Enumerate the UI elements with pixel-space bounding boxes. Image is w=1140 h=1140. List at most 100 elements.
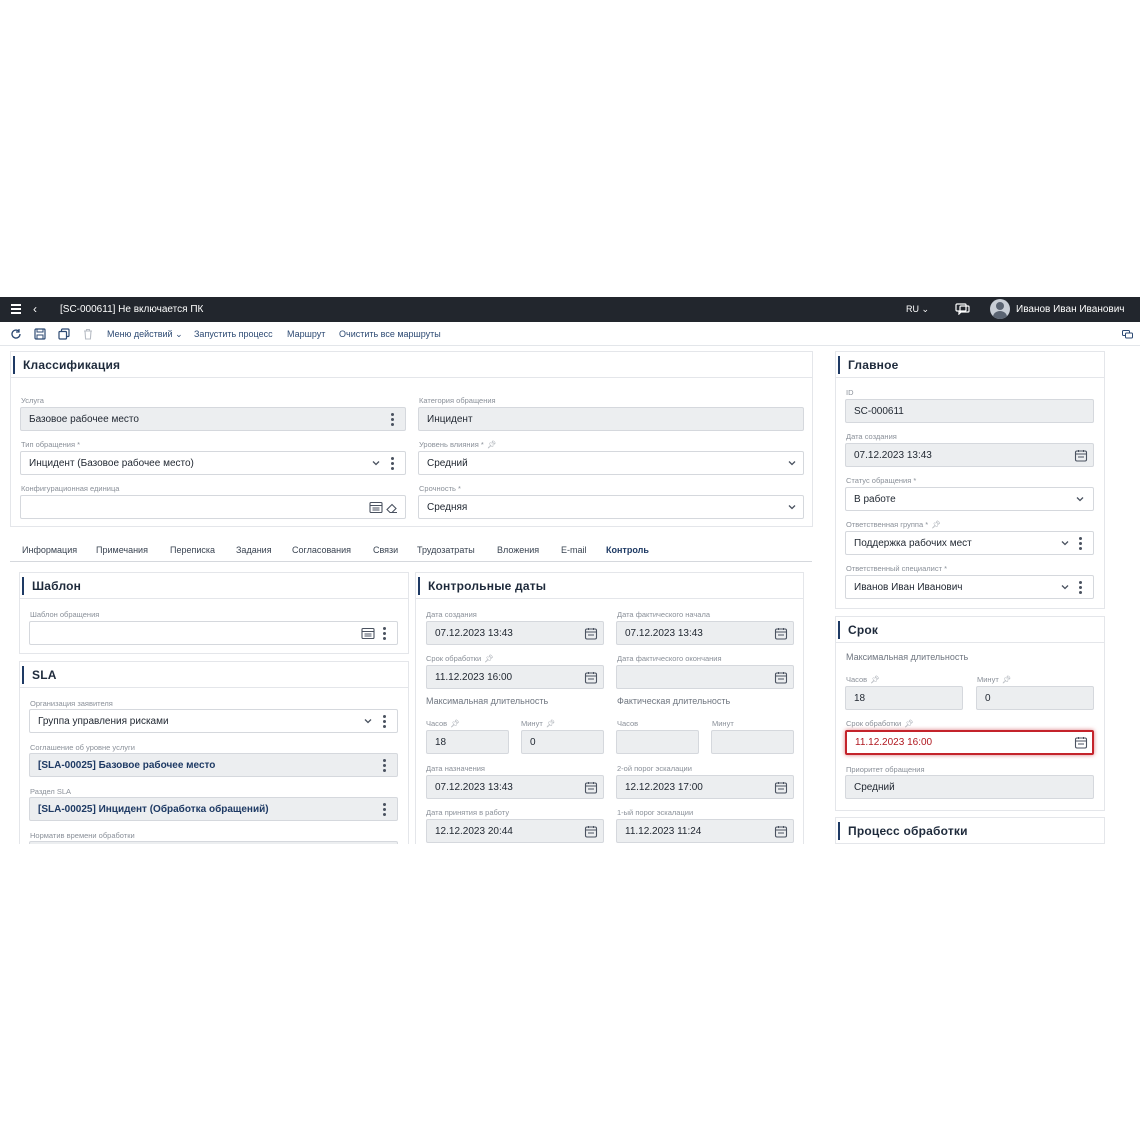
template-field[interactable] bbox=[29, 621, 398, 645]
agreement-value[interactable]: [SLA-00025] Базовое рабочее место bbox=[38, 760, 215, 771]
tab-links[interactable]: Связи bbox=[373, 545, 398, 555]
chevron-down-icon[interactable] bbox=[788, 459, 796, 467]
impact-select[interactable]: Средний bbox=[418, 451, 804, 475]
more-icon[interactable] bbox=[391, 413, 394, 426]
calendar-icon[interactable] bbox=[584, 825, 598, 838]
status-select[interactable]: В работе bbox=[845, 487, 1094, 511]
calendar-icon[interactable] bbox=[774, 781, 788, 794]
eraser-icon[interactable] bbox=[385, 501, 399, 514]
dl-deadline-value: 11.12.2023 16:00 bbox=[855, 737, 933, 748]
tab-approvals[interactable]: Согласования bbox=[292, 545, 351, 555]
chevron-down-icon[interactable] bbox=[1061, 539, 1069, 547]
org-select[interactable]: Группа управления рисками bbox=[29, 709, 398, 733]
calendar-icon[interactable] bbox=[1074, 736, 1088, 749]
more-icon[interactable] bbox=[383, 715, 386, 728]
calendar-icon[interactable] bbox=[774, 671, 788, 684]
tab-attachments[interactable]: Вложения bbox=[497, 545, 539, 555]
pin-icon[interactable]: 📌︎ bbox=[931, 520, 941, 529]
calendar-icon[interactable] bbox=[584, 671, 598, 684]
more-icon[interactable] bbox=[383, 803, 386, 816]
cd-esc1-label: 1-ый порог эскалации bbox=[617, 808, 694, 817]
calendar-icon[interactable] bbox=[584, 627, 598, 640]
id-value: SC-000611 bbox=[854, 406, 904, 417]
service-label: Услуга bbox=[21, 396, 44, 405]
calendar-icon[interactable] bbox=[774, 627, 788, 640]
actions-menu-button[interactable]: Меню действий ⌄ bbox=[107, 329, 183, 340]
cd-accepted-value: 12.12.2023 20:44 bbox=[435, 826, 513, 837]
dl-minutes-field: 0 bbox=[976, 686, 1094, 710]
copy-icon[interactable] bbox=[58, 328, 70, 340]
refresh-icon[interactable] bbox=[10, 328, 22, 340]
category-field: Инцидент bbox=[418, 407, 804, 431]
control-dates-title: Контрольные даты bbox=[428, 579, 547, 593]
more-icon[interactable] bbox=[383, 759, 386, 772]
calendar-icon[interactable] bbox=[774, 825, 788, 838]
language-selector[interactable]: RU ⌄ bbox=[906, 304, 929, 315]
avatar[interactable] bbox=[990, 299, 1010, 319]
more-icon[interactable] bbox=[1079, 581, 1082, 594]
chat-icon[interactable] bbox=[955, 303, 970, 315]
specialist-label: Ответственный специалист * bbox=[846, 564, 947, 573]
control-dates-card: Контрольные даты Дата создания 07.12.202… bbox=[415, 572, 804, 844]
pin-icon[interactable]: 📌︎ bbox=[870, 675, 880, 684]
template-label: Шаблон обращения bbox=[30, 610, 100, 619]
org-value: Группа управления рисками bbox=[38, 716, 169, 727]
tab-information[interactable]: Информация bbox=[22, 545, 77, 555]
catalog-icon[interactable] bbox=[369, 501, 383, 514]
chevron-down-icon[interactable] bbox=[372, 459, 380, 467]
pin-icon[interactable]: 📌︎ bbox=[487, 440, 497, 449]
required-mark: * bbox=[458, 484, 461, 493]
back-icon[interactable]: ‹ bbox=[33, 302, 37, 316]
required-mark: * bbox=[913, 476, 917, 485]
tab-control[interactable]: Контроль bbox=[606, 545, 649, 555]
tab-tasks[interactable]: Задания bbox=[236, 545, 272, 555]
save-icon[interactable] bbox=[34, 328, 46, 340]
sla-section-value[interactable]: [SLA-00025] Инцидент (Обработка обращени… bbox=[38, 804, 269, 815]
chevron-down-icon[interactable] bbox=[788, 503, 796, 511]
tab-correspondence[interactable]: Переписка bbox=[170, 545, 215, 555]
group-select[interactable]: Поддержка рабочих мест bbox=[845, 531, 1094, 555]
more-icon[interactable] bbox=[1079, 537, 1082, 550]
urgency-select[interactable]: Средняя bbox=[418, 495, 804, 519]
urgency-label: Срочность * bbox=[419, 484, 461, 493]
pin-icon[interactable]: 📌︎ bbox=[904, 719, 914, 728]
dl-deadline-field[interactable]: 11.12.2023 16:00 bbox=[845, 730, 1094, 755]
route-button[interactable]: Маршрут bbox=[287, 329, 325, 339]
chevron-down-icon[interactable] bbox=[364, 717, 372, 725]
main-title: Главное bbox=[848, 358, 899, 372]
required-mark: * bbox=[480, 440, 484, 449]
specialist-select[interactable]: Иванов Иван Иванович bbox=[845, 575, 1094, 599]
tab-email[interactable]: E-mail bbox=[561, 545, 587, 555]
sla-section-field[interactable]: [SLA-00025] Инцидент (Обработка обращени… bbox=[29, 797, 398, 821]
menu-icon[interactable] bbox=[11, 304, 21, 314]
delete-icon[interactable] bbox=[82, 328, 94, 340]
norm-field bbox=[29, 841, 398, 844]
type-select[interactable]: Инцидент (Базовое рабочее место) bbox=[20, 451, 406, 475]
calendar-icon[interactable] bbox=[1074, 449, 1088, 462]
comments-icon[interactable] bbox=[1122, 330, 1133, 339]
start-process-button[interactable]: Запустить процесс bbox=[194, 329, 273, 339]
more-icon[interactable] bbox=[383, 627, 386, 640]
pin-icon[interactable]: 📌︎ bbox=[484, 654, 494, 663]
chevron-down-icon[interactable] bbox=[1076, 495, 1084, 503]
calendar-icon[interactable] bbox=[584, 781, 598, 794]
catalog-icon[interactable] bbox=[361, 627, 375, 640]
user-name[interactable]: Иванов Иван Иванович bbox=[1016, 304, 1125, 315]
chevron-down-icon[interactable] bbox=[1061, 583, 1069, 591]
more-icon[interactable] bbox=[391, 457, 394, 470]
required-mark: * bbox=[944, 564, 948, 573]
specialist-value: Иванов Иван Иванович bbox=[854, 582, 963, 593]
tab-labor[interactable]: Трудозатраты bbox=[417, 545, 475, 555]
service-field[interactable]: Базовое рабочее место bbox=[20, 407, 406, 431]
actions-menu-label: Меню действий bbox=[107, 329, 173, 339]
cd-created-field: 07.12.2023 13:43 bbox=[426, 621, 604, 645]
clear-routes-button[interactable]: Очистить все маршруты bbox=[339, 329, 441, 339]
ci-field[interactable] bbox=[20, 495, 406, 519]
process-title: Процесс обработки bbox=[848, 824, 968, 838]
pin-icon[interactable]: 📌︎ bbox=[450, 719, 460, 728]
tab-notes[interactable]: Примечания bbox=[96, 545, 148, 555]
pin-icon[interactable]: 📌︎ bbox=[546, 719, 556, 728]
pin-icon[interactable]: 📌︎ bbox=[1002, 675, 1012, 684]
agreement-field[interactable]: [SLA-00025] Базовое рабочее место bbox=[29, 753, 398, 777]
cd-minutes-label-text: Минут bbox=[521, 719, 543, 728]
